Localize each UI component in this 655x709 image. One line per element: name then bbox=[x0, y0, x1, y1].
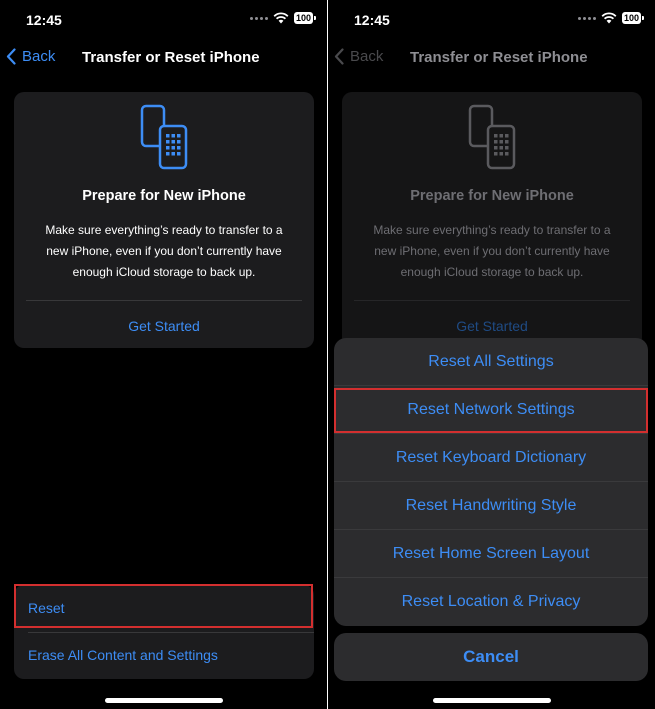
card-description-line: new iPhone, even if you don’t currently … bbox=[46, 244, 282, 258]
status-bar: 12:45 100 bbox=[328, 0, 655, 40]
card-description-line: new iPhone, even if you don’t currently … bbox=[374, 244, 610, 258]
battery-icon: 100 bbox=[293, 12, 317, 24]
iphone-transfer-icon bbox=[468, 104, 516, 170]
chevron-left-icon bbox=[334, 48, 344, 65]
reset-network-settings-button[interactable]: Reset Network Settings bbox=[334, 386, 648, 434]
get-started-button[interactable]: Get Started bbox=[14, 318, 314, 334]
reset-options-group: Reset Erase All Content and Settings bbox=[14, 585, 314, 679]
card-description-line: enough iCloud storage to back up. bbox=[400, 265, 584, 279]
back-label: Back bbox=[350, 48, 384, 65]
get-started-button[interactable]: Get Started bbox=[342, 318, 642, 334]
reset-location-privacy-button[interactable]: Reset Location & Privacy bbox=[334, 578, 648, 626]
reset-action-sheet: Reset All Settings Reset Network Setting… bbox=[334, 338, 648, 626]
prepare-new-iphone-card: Prepare for New iPhone Make sure everyth… bbox=[342, 92, 642, 348]
back-button[interactable]: Back bbox=[334, 48, 383, 65]
signal-dots-icon bbox=[249, 16, 268, 20]
card-description: Make sure everything’s ready to transfer… bbox=[26, 220, 302, 283]
right-phone-screen: 12:45 100 Back Transfer or Reset iPhone bbox=[328, 0, 655, 709]
card-description: Make sure everything’s ready to transfer… bbox=[354, 220, 630, 283]
status-time: 12:45 bbox=[26, 12, 62, 28]
chevron-left-icon bbox=[6, 48, 16, 65]
status-bar: 12:45 100 bbox=[0, 0, 327, 40]
navigation-bar: Back Transfer or Reset iPhone bbox=[0, 44, 327, 72]
iphone-transfer-icon bbox=[140, 104, 188, 170]
card-divider bbox=[354, 300, 630, 301]
wifi-icon bbox=[273, 12, 289, 24]
left-phone-screen: 12:45 100 Back Transfer or Reset iPhone bbox=[0, 0, 327, 709]
group-divider bbox=[28, 632, 314, 633]
battery-icon: 100 bbox=[621, 12, 645, 24]
page-title: Transfer or Reset iPhone bbox=[82, 49, 260, 66]
cancel-button[interactable]: Cancel bbox=[334, 633, 648, 681]
home-indicator bbox=[105, 698, 223, 703]
navigation-bar: Back Transfer or Reset iPhone bbox=[328, 44, 655, 72]
page-title: Transfer or Reset iPhone bbox=[410, 49, 588, 66]
wifi-icon bbox=[601, 12, 617, 24]
card-divider bbox=[26, 300, 302, 301]
card-description-line: Make sure everything’s ready to transfer… bbox=[45, 223, 283, 237]
card-title: Prepare for New iPhone bbox=[410, 188, 574, 204]
card-title: Prepare for New iPhone bbox=[82, 188, 246, 204]
reset-home-screen-layout-button[interactable]: Reset Home Screen Layout bbox=[334, 530, 648, 578]
reset-keyboard-dictionary-button[interactable]: Reset Keyboard Dictionary bbox=[334, 434, 648, 482]
reset-button[interactable]: Reset bbox=[28, 600, 65, 616]
status-time: 12:45 bbox=[354, 12, 390, 28]
reset-handwriting-style-button[interactable]: Reset Handwriting Style bbox=[334, 482, 648, 530]
back-label: Back bbox=[22, 48, 56, 65]
reset-all-settings-button[interactable]: Reset All Settings bbox=[334, 338, 648, 386]
erase-all-content-button[interactable]: Erase All Content and Settings bbox=[28, 647, 218, 663]
signal-dots-icon bbox=[577, 16, 596, 20]
card-description-line: Make sure everything’s ready to transfer… bbox=[373, 223, 611, 237]
home-indicator bbox=[433, 698, 551, 703]
status-icons: 100 bbox=[249, 12, 317, 24]
status-icons: 100 bbox=[577, 12, 645, 24]
back-button[interactable]: Back bbox=[6, 48, 55, 65]
card-description-line: enough iCloud storage to back up. bbox=[72, 265, 256, 279]
prepare-new-iphone-card: Prepare for New iPhone Make sure everyth… bbox=[14, 92, 314, 348]
